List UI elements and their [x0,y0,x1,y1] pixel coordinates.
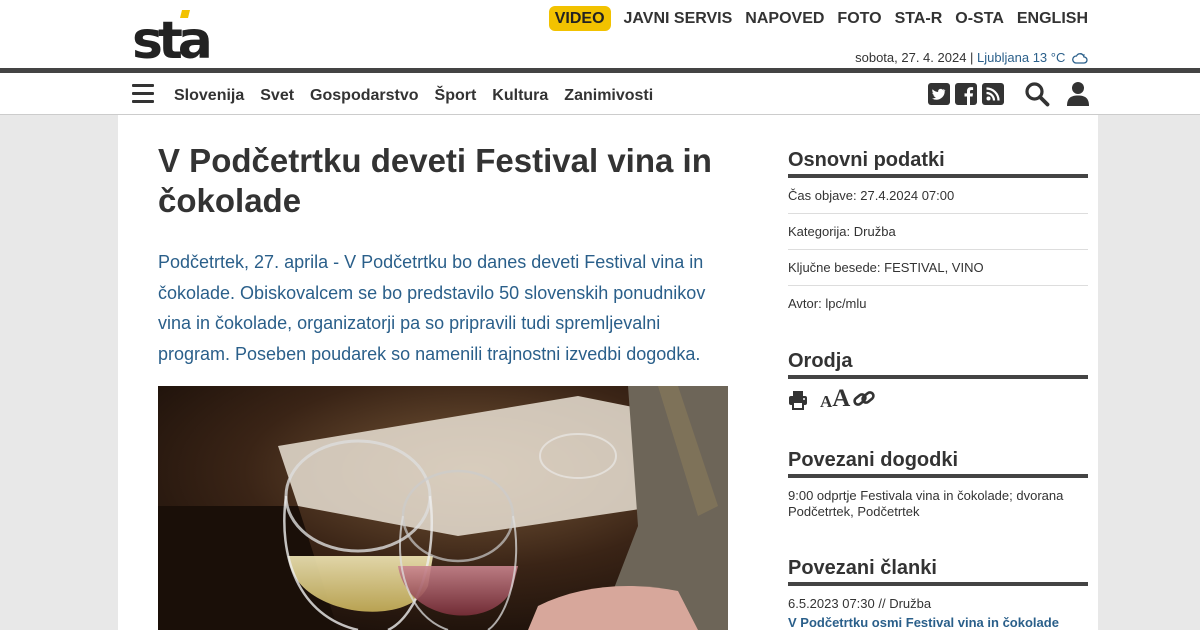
print-icon[interactable] [788,390,808,410]
nav-icons [923,81,1090,107]
category: Kategorija: Družba [788,214,1088,250]
nav-item-slovenija[interactable]: Slovenija [174,87,244,105]
basic-info-box: Osnovni podatki Čas objave: 27.4.2024 07… [788,149,1088,322]
nav-item-kultura[interactable]: Kultura [492,87,548,105]
top-header: sta VIDEO JAVNI SERVIS NAPOVED FOTO STA-… [0,0,1200,68]
rss-icon[interactable] [982,83,1004,105]
article-lead: Podčetrtek, 27. aprila - V Podčetrtku bo… [158,252,706,364]
keywords: Ključne besede: FESTIVAL, VINO [788,250,1088,286]
article-photo[interactable] [158,386,728,630]
related-articles-box: Povezani članki 6.5.2023 07:30 // Družba… [788,557,1088,630]
twitter-icon[interactable] [928,83,950,105]
current-date: sobota, 27. 4. 2024 | [855,50,974,65]
related-articles-title: Povezani članki [788,557,1088,586]
tools-row: A A [788,386,1088,411]
dateline: sobota, 27. 4. 2024 | Ljubljana 13 °C [855,50,1088,65]
tools-title: Orodja [788,350,1088,379]
weather-link[interactable]: Ljubljana 13 °C [977,50,1065,65]
increase-font-button[interactable]: A [832,386,850,411]
related-event: 9:00 odprtje Festivala vina in čokolade;… [788,488,1064,519]
related-events-box: Povezani dogodki 9:00 odprtje Festivala … [788,449,1088,520]
logo-text: sta [132,11,209,64]
related-events-title: Povezani dogodki [788,449,1088,478]
nav-item-svet[interactable]: Svet [260,87,294,105]
cloud-icon [1072,53,1088,64]
top-link-napoved[interactable]: NAPOVED [745,6,824,31]
top-link-javni-servis[interactable]: JAVNI SERVIS [624,6,733,31]
nav-item-zanimivosti[interactable]: Zanimivosti [564,87,653,105]
article-container: V Podčetrtku deveti Festival vina in čok… [118,115,1098,630]
related-article-link[interactable]: V Podčetrtku osmi Festival vina in čokol… [788,615,1088,630]
top-link-english[interactable]: ENGLISH [1017,6,1088,31]
published-time: Čas objave: 27.4.2024 07:00 [788,178,1088,214]
top-link-foto[interactable]: FOTO [837,6,881,31]
nav-items: Slovenija Svet Gospodarstvo Šport Kultur… [174,87,669,105]
top-link-o-sta[interactable]: O-STA [955,6,1004,31]
top-links: VIDEO JAVNI SERVIS NAPOVED FOTO STA-R O-… [548,6,1088,31]
top-link-sta-r[interactable]: STA-R [895,6,943,31]
basic-info-title: Osnovni podatki [788,149,1088,178]
menu-icon[interactable] [132,84,154,104]
nav-item-sport[interactable]: Šport [435,87,477,105]
related-article-meta: 6.5.2023 07:30 // Družba [788,596,932,611]
sta-logo[interactable]: sta [132,8,224,64]
link-icon[interactable] [852,388,876,410]
author: Avtor: lpc/mlu [788,296,867,311]
article-title: V Podčetrtku deveti Festival vina in čok… [158,142,712,219]
tools-box: Orodja A A [788,350,1088,411]
top-link-video[interactable]: VIDEO [548,6,611,31]
facebook-icon[interactable] [955,83,977,105]
search-icon[interactable] [1024,81,1050,107]
main-nav: Slovenija Svet Gospodarstvo Šport Kultur… [0,73,1200,115]
user-icon[interactable] [1066,81,1090,107]
decrease-font-button[interactable]: A [820,393,832,410]
nav-item-gospodarstvo[interactable]: Gospodarstvo [310,87,418,105]
